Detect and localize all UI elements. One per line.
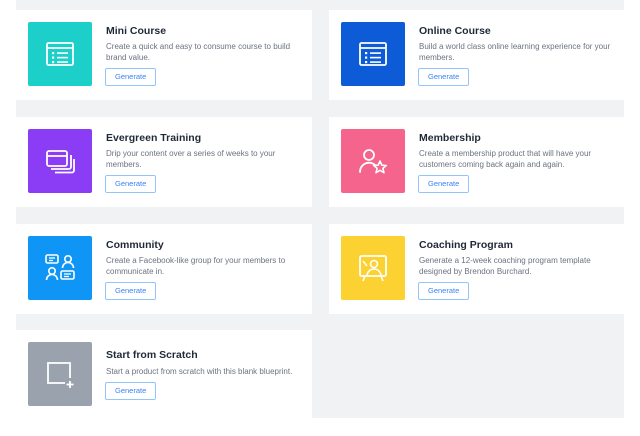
coaching-program-tile (341, 236, 405, 300)
coaching-program-generate-button[interactable]: Generate (418, 282, 470, 300)
online-course-title: Online Course (419, 25, 491, 37)
presenter-board-icon (359, 255, 387, 282)
community-tile (28, 236, 92, 300)
membership-tile (341, 129, 405, 193)
evergreen-training-description: Drip your content over a series of weeks… (106, 149, 276, 169)
list-window-icon (359, 42, 387, 66)
card-community: Community Create a Facebook-like group f… (16, 224, 312, 314)
start-from-scratch-generate-button[interactable]: Generate (105, 382, 157, 400)
list-window-icon (46, 42, 74, 66)
card-mini-course: Mini Course Create a quick and easy to c… (16, 10, 312, 100)
mini-course-generate-button[interactable]: Generate (105, 68, 157, 86)
online-course-description: Build a world class online learning expe… (419, 42, 611, 62)
mini-course-tile (28, 22, 92, 86)
online-course-tile (341, 22, 405, 86)
community-generate-button[interactable]: Generate (105, 282, 157, 300)
blank-square-plus-icon (47, 362, 74, 388)
membership-generate-button[interactable]: Generate (418, 175, 470, 193)
card-coaching-program: Coaching Program Generate a 12-week coac… (329, 224, 624, 314)
membership-title: Membership (419, 132, 481, 144)
mini-course-description: Create a quick and easy to consume cours… (106, 42, 291, 62)
evergreen-training-title: Evergreen Training (106, 132, 202, 144)
start-from-scratch-tile (28, 342, 92, 406)
mini-course-title: Mini Course (106, 25, 167, 37)
card-membership: Membership Create a membership product t… (329, 117, 624, 207)
person-star-icon (359, 149, 388, 174)
start-from-scratch-title: Start from Scratch (106, 349, 198, 361)
community-description: Create a Facebook-like group for your me… (106, 256, 286, 276)
product-templates-grid: Mini Course Create a quick and easy to c… (16, 0, 624, 418)
online-course-generate-button[interactable]: Generate (418, 68, 470, 86)
start-from-scratch-description: Start a product from scratch with this b… (106, 367, 293, 376)
evergreen-training-generate-button[interactable]: Generate (105, 175, 157, 193)
coaching-program-description: Generate a 12-week coaching program temp… (419, 256, 591, 276)
membership-description: Create a membership product that will ha… (419, 149, 592, 169)
people-chat-icon (45, 254, 75, 281)
evergreen-training-tile (28, 129, 92, 193)
community-title: Community (106, 239, 164, 251)
stacked-cards-icon (46, 150, 75, 174)
coaching-program-title: Coaching Program (419, 239, 513, 251)
card-start-from-scratch: Start from Scratch Start a product from … (16, 330, 312, 418)
card-evergreen-training: Evergreen Training Drip your content ove… (16, 117, 312, 207)
card-online-course: Online Course Build a world class online… (329, 10, 624, 100)
